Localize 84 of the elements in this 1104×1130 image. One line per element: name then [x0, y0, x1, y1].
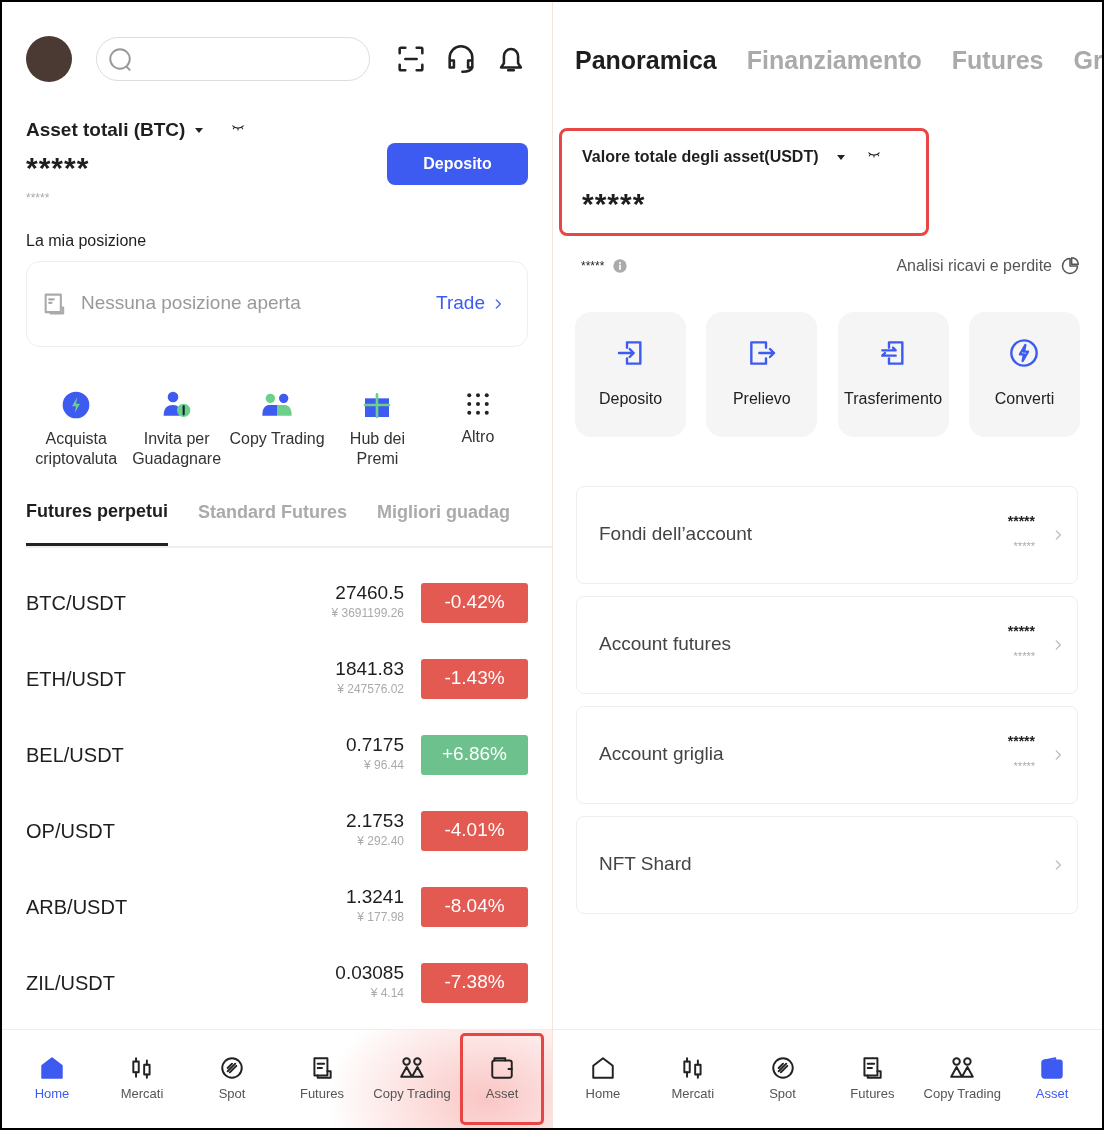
action-button[interactable]: Trasferimento	[837, 311, 949, 437]
wallet-icon	[489, 1054, 515, 1081]
wallet-icon	[1039, 1054, 1066, 1081]
account-value: *****	[1007, 734, 1035, 749]
account-card[interactable]: NFT Shard	[576, 815, 1078, 914]
shortcut-item[interactable]: Copy Trading	[226, 388, 328, 469]
account-card[interactable]: Account futures ***** *****	[576, 595, 1078, 694]
total-assets-label: Asset totali (BTC)	[26, 118, 186, 142]
nav-tab[interactable]: Futures	[277, 1030, 367, 1128]
pie-chart-icon	[1060, 255, 1080, 276]
empty-message: Nessuna posizione aperta	[81, 291, 302, 316]
avatar[interactable]	[26, 36, 72, 82]
account-name: NFT Shard	[599, 852, 693, 877]
price: 0.03085	[335, 963, 404, 984]
change-badge: -4.01%	[421, 810, 528, 851]
account-name: Account griglia	[599, 742, 725, 767]
home-icon	[589, 1054, 616, 1081]
search-icon	[107, 46, 133, 72]
tab[interactable]: Panoramica	[575, 42, 717, 80]
price: 27460.5	[334, 583, 404, 604]
pair-name: ETH/USDT	[26, 666, 127, 692]
pair-name: ZIL/USDT	[26, 970, 116, 996]
fiat-price: ¥ 96.44	[362, 756, 404, 774]
home-icon	[39, 1054, 65, 1081]
price: 1841.83	[335, 659, 404, 680]
shortcut-item[interactable]: Invita per Guadagnare	[126, 388, 227, 469]
total-assets-value: *****	[26, 152, 90, 183]
nav-tab[interactable]: Asset	[457, 1030, 547, 1128]
nav-tab[interactable]: Home	[558, 1030, 648, 1128]
nav-tab[interactable]: Home	[7, 1030, 97, 1128]
action-button[interactable]: Deposito	[575, 311, 686, 437]
account-value: *****	[1007, 514, 1035, 529]
change-badge: -8.04%	[421, 886, 528, 927]
change-badge: -7.38%	[421, 962, 528, 1003]
change-badge: -1.43%	[421, 658, 528, 699]
action-button[interactable]: Converti	[969, 311, 1080, 437]
account-value: *****	[1007, 624, 1035, 639]
pair-name: BEL/USDT	[26, 742, 125, 768]
nav-tab[interactable]: Copy Trading	[367, 1030, 457, 1128]
nav-tab[interactable]: Copy Trading	[917, 1030, 1008, 1128]
nav-tab[interactable]: Asset	[1007, 1030, 1097, 1128]
account-name: Account futures	[599, 632, 733, 657]
account-subvalue: *****	[1012, 759, 1035, 775]
nav-tab[interactable]: Mercati	[647, 1030, 738, 1128]
shortcut-item[interactable]: Hub dei Premi	[327, 388, 428, 469]
pair-name: BTC/USDT	[26, 590, 127, 616]
shortcut-item[interactable]: Acquista criptovaluta	[26, 388, 127, 469]
nav-tab[interactable]: Spot	[187, 1030, 277, 1128]
shortcut-item[interactable]: Altro	[427, 388, 529, 469]
price: 2.1753	[345, 811, 404, 832]
price: 1.3241	[345, 887, 404, 908]
spot-icon	[219, 1054, 245, 1081]
fiat-price: ¥ 177.98	[356, 908, 404, 926]
nav-tab[interactable]: Mercati	[97, 1030, 187, 1128]
account-card[interactable]: Account griglia ***** *****	[576, 705, 1078, 804]
fiat-price: ¥ 247576.02	[336, 680, 404, 698]
spot-icon	[769, 1054, 796, 1081]
account-card[interactable]: Fondi dell’account ***** *****	[576, 485, 1078, 584]
change-badge: +6.86%	[421, 734, 528, 775]
lightning-circle-icon	[1008, 337, 1041, 369]
fiat-price: ¥ 4.14	[369, 984, 404, 1002]
fiat-price: ¥ 3691199.26	[331, 604, 404, 622]
total-value-label: Valore totale degli asset(USDT)	[582, 146, 819, 167]
change-badge: -0.42%	[421, 582, 528, 623]
deposit-button[interactable]: Deposito	[387, 142, 528, 185]
people-icon	[397, 1054, 427, 1081]
pair-name: OP/USDT	[26, 818, 116, 844]
total-assets-subvalue: *****	[26, 189, 51, 207]
section-title: La mia posizione	[26, 230, 148, 251]
market-tab[interactable]: Futures perpetui	[26, 496, 168, 546]
account-name: Fondi dell’account	[599, 522, 754, 547]
pnl-analysis-link[interactable]: Analisi ricavi e perdite	[896, 253, 1080, 278]
action-button[interactable]: Prelievo	[706, 311, 818, 437]
price: 0.7175	[345, 735, 404, 756]
pair-name: ARB/USDT	[26, 894, 129, 920]
nav-tab[interactable]: Futures	[827, 1030, 918, 1128]
sub-value: *****	[581, 257, 605, 275]
fiat-price: ¥ 292.40	[356, 832, 404, 850]
account-subvalue: *****	[1012, 539, 1035, 555]
account-subvalue: *****	[1012, 649, 1035, 665]
total-value: *****	[582, 188, 647, 219]
trade-link[interactable]: Trade	[436, 289, 505, 318]
nav-tab[interactable]: Spot	[737, 1030, 828, 1128]
info-icon	[612, 257, 629, 274]
